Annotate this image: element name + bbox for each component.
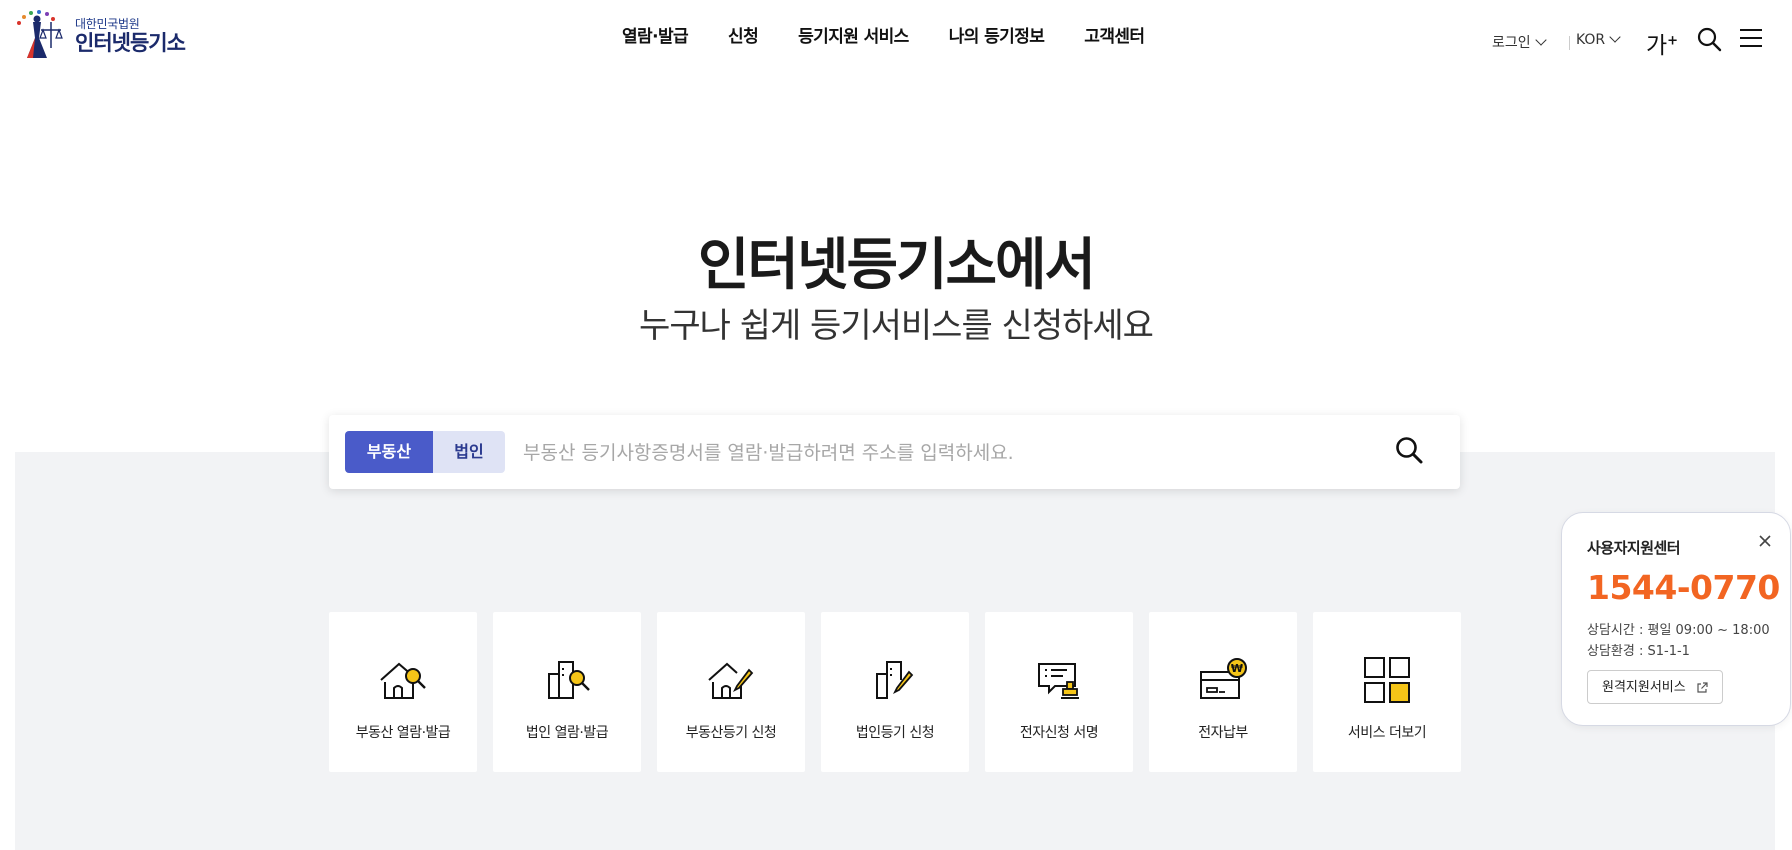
tab-real-estate[interactable]: 부동산 bbox=[345, 431, 433, 473]
building-search-icon bbox=[548, 661, 590, 699]
divider bbox=[1569, 36, 1570, 50]
service-label: 부동산 열람·발급 bbox=[355, 725, 451, 741]
search-icon bbox=[1396, 437, 1423, 464]
login-label: 로그인 bbox=[1492, 35, 1531, 51]
svg-text:₩: ₩ bbox=[1231, 662, 1243, 675]
building-pen-icon bbox=[876, 661, 914, 699]
hero-subtitle: 누구나 쉽게 등기서비스를 신청하세요 bbox=[639, 306, 1154, 346]
service-label: 법인등기 신청 bbox=[855, 725, 935, 741]
service-card-real-estate-view[interactable]: 부동산 열람·발급 bbox=[329, 612, 477, 772]
logo-subtitle: 대한민국법원 bbox=[75, 17, 140, 31]
nav-apply[interactable]: 신청 bbox=[728, 22, 759, 47]
nav-support-services[interactable]: 등기지원 서비스 bbox=[798, 22, 909, 47]
support-env: 상담환경 : S1-1-1 bbox=[1587, 644, 1690, 659]
service-card-e-payment[interactable]: ₩ 전자납부 bbox=[1149, 612, 1297, 772]
external-link-icon bbox=[1697, 682, 1708, 693]
site-header: 대한민국법원 인터넷등기소 열람·발급 신청 등기지원 서비스 나의 등기정보 … bbox=[0, 0, 1792, 80]
service-card-corporation-view[interactable]: 법인 열람·발급 bbox=[493, 612, 641, 772]
nav-my-registry[interactable]: 나의 등기정보 bbox=[949, 22, 1045, 47]
support-hours: 상담시간 : 평일 09:00 ~ 18:00 bbox=[1587, 623, 1770, 638]
search-box: 부동산 법인 bbox=[329, 415, 1460, 489]
house-search-icon bbox=[380, 662, 426, 699]
grid-more-icon bbox=[1364, 657, 1410, 703]
remote-support-button[interactable]: 원격지원서비스 bbox=[1587, 670, 1723, 704]
remote-support-label: 원격지원서비스 bbox=[1602, 680, 1686, 695]
main-nav: 열람·발급 신청 등기지원 서비스 나의 등기정보 고객센터 bbox=[622, 22, 1184, 47]
login-dropdown[interactable]: 로그인 bbox=[1492, 32, 1547, 52]
service-label: 서비스 더보기 bbox=[1347, 725, 1427, 741]
support-center-popup: 사용자지원센터 1544-0770 상담시간 : 평일 09:00 ~ 18:0… bbox=[1561, 512, 1791, 726]
service-card-more[interactable]: 서비스 더보기 bbox=[1313, 612, 1461, 772]
hero-title: 인터넷등기소에서 bbox=[697, 233, 1096, 298]
nav-view-issue[interactable]: 열람·발급 bbox=[622, 22, 689, 47]
tab-corporation[interactable]: 법인 bbox=[433, 431, 505, 473]
service-label: 전자납부 bbox=[1198, 725, 1248, 741]
nav-customer-center[interactable]: 고객센터 bbox=[1084, 22, 1145, 47]
font-size-button[interactable]: 가+ bbox=[1646, 26, 1678, 60]
e-payment-icon: ₩ bbox=[1200, 658, 1247, 699]
court-logo-icon bbox=[17, 10, 63, 58]
close-icon[interactable] bbox=[1758, 533, 1772, 552]
service-card-e-sign[interactable]: 전자신청 서명 bbox=[985, 612, 1133, 772]
service-card-corporation-apply[interactable]: 법인등기 신청 bbox=[821, 612, 969, 772]
plus-icon: + bbox=[1667, 33, 1679, 49]
service-card-real-estate-apply[interactable]: 부동산등기 신청 bbox=[657, 612, 805, 772]
support-phone: 1544-0770 bbox=[1587, 568, 1780, 607]
address-search-input[interactable] bbox=[521, 431, 1345, 475]
service-shortcuts: 부동산 열람·발급 법인 열람·발급 부동산등기 신청 법인등기 신청 전자신청… bbox=[329, 612, 1477, 772]
service-label: 법인 열람·발급 bbox=[525, 725, 609, 741]
popup-title: 사용자지원센터 bbox=[1587, 539, 1681, 557]
search-icon[interactable] bbox=[1696, 26, 1722, 56]
hamburger-menu-icon[interactable] bbox=[1738, 26, 1764, 56]
service-label: 부동산등기 신청 bbox=[685, 725, 777, 741]
chevron-down-icon bbox=[1609, 31, 1621, 43]
site-logo[interactable]: 대한민국법원 인터넷등기소 bbox=[13, 8, 186, 64]
font-size-label: 가 bbox=[1646, 33, 1668, 59]
language-label: KOR bbox=[1576, 32, 1606, 48]
language-dropdown[interactable]: KOR bbox=[1576, 31, 1621, 48]
e-sign-icon bbox=[1038, 663, 1079, 699]
service-label: 전자신청 서명 bbox=[1019, 725, 1099, 741]
house-pen-icon bbox=[708, 662, 754, 699]
header-utilities: 로그인 KOR 가+ bbox=[1492, 26, 1792, 66]
chevron-down-icon bbox=[1534, 34, 1547, 46]
search-submit-button[interactable] bbox=[1394, 435, 1424, 469]
logo-title: 인터넷등기소 bbox=[75, 31, 186, 55]
